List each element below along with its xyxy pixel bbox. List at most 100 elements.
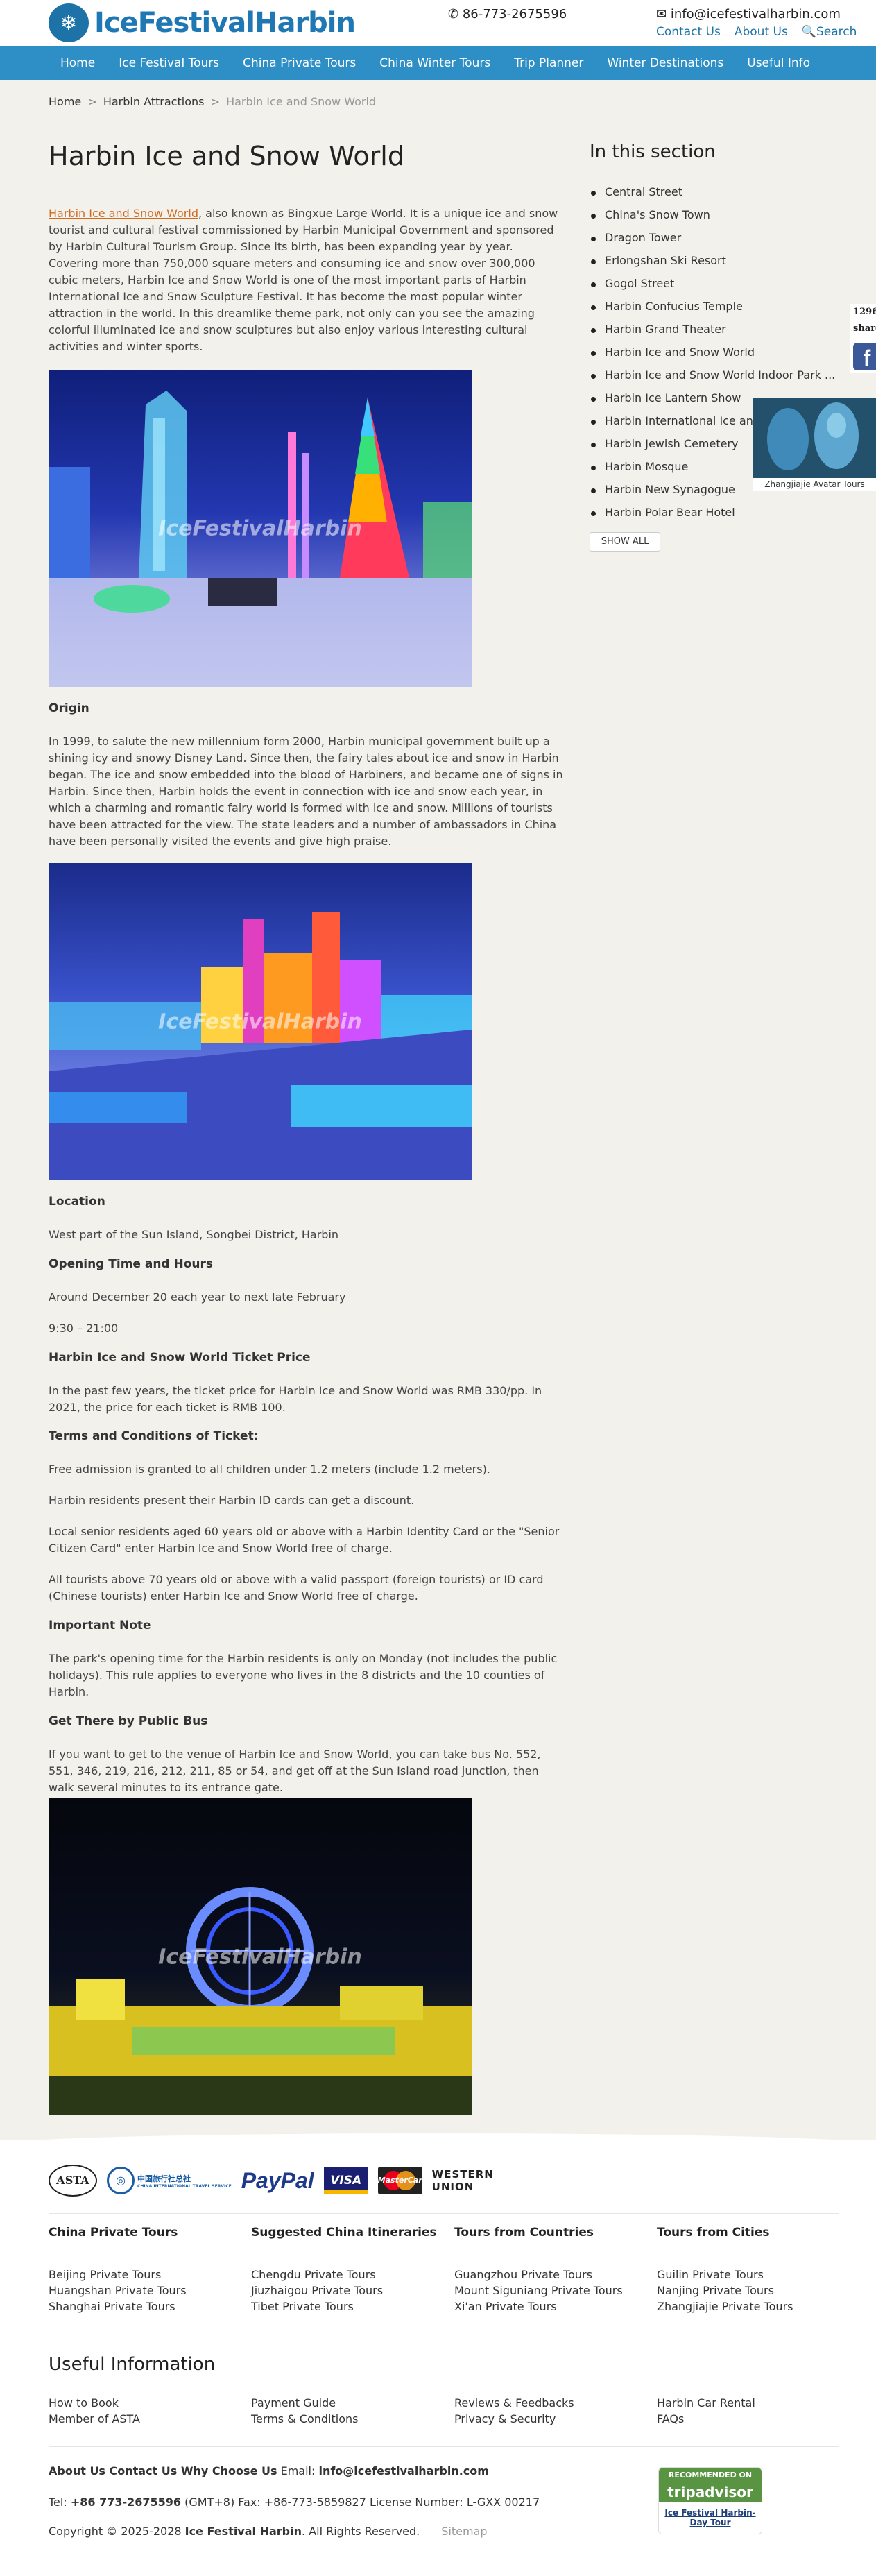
site-logo[interactable]: ❄ IceFestivalHarbin (49, 3, 356, 42)
footer-tel[interactable]: +86 773-2675596 (71, 2496, 181, 2509)
ticket-terms-heading: Terms and Conditions of Ticket: (49, 1429, 259, 1443)
ticket-term: All tourists above 70 years old or above… (49, 1573, 544, 1603)
footer-link[interactable]: Beijing Private Tours (49, 2267, 243, 2283)
footer-link[interactable]: Shanghai Private Tours (49, 2298, 243, 2314)
sidebar-item-harbin-grand-theater[interactable]: Harbin Grand Theater (590, 323, 835, 346)
nav-winter-destinations[interactable]: Winter Destinations (595, 46, 735, 80)
visa-logo: VISA (323, 2167, 368, 2194)
footer-tel-suffix: (GMT+8) Fax: +86-773-5859827 License Num… (184, 2496, 540, 2509)
ticket-term: Free admission is granted to all childre… (49, 1462, 490, 1476)
breadcrumb: Home > Harbin Attractions > Harbin Ice a… (49, 95, 376, 108)
important-note-text: The park's opening time for the Harbin r… (49, 1652, 558, 1698)
contact-us-link[interactable]: Contact Us (656, 25, 721, 39)
ticket-term: Local senior residents aged 60 years old… (49, 1525, 560, 1555)
cits-logo-cn: 中国旅行社总社 (137, 2174, 191, 2183)
mastercard-logo: MasterCard (377, 2167, 428, 2194)
ticket-price-heading: Harbin Ice and Snow World Ticket Price (49, 1351, 311, 1365)
footer-link[interactable]: Jiuzhaigou Private Tours (251, 2283, 445, 2298)
nav-trip-planner[interactable]: Trip Planner (502, 46, 595, 80)
footer-divider (49, 2446, 839, 2447)
important-note-heading: Important Note (49, 1619, 151, 1632)
useful-info-title: Useful Information (49, 2354, 216, 2375)
sidebar-item-dragon-tower[interactable]: Dragon Tower (590, 231, 835, 254)
tripadvisor-badge[interactable]: RECOMMENDED ON tripadvisor Ice Festival … (658, 2467, 762, 2534)
phone-icon: ✆ (448, 7, 459, 22)
sidebar-item-gogol-street[interactable]: Gogol Street (590, 277, 835, 300)
footer-link[interactable]: Tibet Private Tours (251, 2298, 445, 2314)
footer-link[interactable]: FAQs (657, 2411, 755, 2427)
show-all-button[interactable]: SHOW ALL (590, 532, 660, 552)
footer-link[interactable]: Chengdu Private Tours (251, 2267, 445, 2283)
footer-company: Ice Festival Harbin (184, 2525, 302, 2538)
useful-info-col: Harbin Car Rental FAQs (657, 2395, 755, 2427)
sidebar-title: In this section (590, 142, 716, 162)
paypal-logo: PayPal (241, 2167, 314, 2193)
footer-col-title: Tours from Cities (657, 2226, 770, 2240)
breadcrumb-home[interactable]: Home (49, 95, 81, 108)
footer-col-china-private-tours: China Private Tours Beijing Private Tour… (49, 2226, 243, 2314)
avatar-tours-ad[interactable]: Zhangjiajie Avatar Tours (753, 398, 876, 491)
location-text: West part of the Sun Island, Songbei Dis… (49, 1228, 339, 1241)
sidebar-item-harbin-polar-bear-hotel[interactable]: Harbin Polar Bear Hotel (590, 506, 835, 529)
sidebar-item-chinas-snow-town[interactable]: China's Snow Town (590, 208, 835, 231)
nav-home[interactable]: Home (49, 46, 107, 80)
footer-link[interactable]: How to Book (49, 2395, 140, 2411)
footer-link[interactable]: Reviews & Feedbacks (454, 2395, 574, 2411)
nav-useful-info[interactable]: Useful Info (735, 46, 822, 80)
location-heading: Location (49, 1195, 105, 1209)
asta-logo: ASTA (49, 2165, 97, 2197)
tripadvisor-logo: tripadvisor (659, 2483, 762, 2502)
breadcrumb-section[interactable]: Harbin Attractions (103, 95, 205, 108)
intro-text: , also known as Bingxue Large World. It … (49, 207, 558, 353)
footer-link[interactable]: Terms & Conditions (251, 2411, 358, 2427)
page-title: Harbin Ice and Snow World (49, 141, 404, 171)
footer-link[interactable]: Member of ASTA (49, 2411, 140, 2427)
footer-link[interactable]: Harbin Car Rental (657, 2395, 755, 2411)
about-us-link[interactable]: About Us (735, 25, 788, 39)
cits-logo: ◎ 中国旅行社总社 CHINA INTERNATIONAL TRAVEL SER… (107, 2167, 232, 2194)
sidebar-item-indoor-park[interactable]: Harbin Ice and Snow World Indoor Park ..… (590, 368, 835, 391)
footer-link[interactable]: Huangshan Private Tours (49, 2283, 243, 2298)
ad-caption: Zhangjiajie Avatar Tours (753, 478, 876, 491)
search-link[interactable]: 🔍 Search (802, 25, 857, 39)
sidebar-item-harbin-confucius-temple[interactable]: Harbin Confucius Temple (590, 300, 835, 323)
nav-ice-festival-tours[interactable]: Ice Festival Tours (107, 46, 231, 80)
breadcrumb-separator: > (87, 95, 97, 108)
nav-china-winter-tours[interactable]: China Winter Tours (368, 46, 502, 80)
footer-link[interactable]: Privacy & Security (454, 2411, 574, 2427)
logo-text: IceFestivalHarbin (94, 7, 356, 39)
footer-link[interactable]: Guilin Private Tours (657, 2267, 851, 2283)
footer-link[interactable]: Nanjing Private Tours (657, 2283, 851, 2298)
ad-image (753, 398, 876, 478)
footer-link[interactable]: Mount Siguniang Private Tours (454, 2283, 649, 2298)
share-widget: 1296 share f (850, 304, 876, 373)
ice-castle-photo-2: IceFestivalHarbin (49, 863, 472, 1180)
header-phone[interactable]: ✆ 86-773-2675596 (448, 7, 567, 22)
footer-link[interactable]: Zhangjiajie Private Tours (657, 2298, 851, 2314)
details-section: Location West part of the Sun Island, So… (49, 1195, 565, 1796)
footer-divider (49, 2213, 839, 2214)
sitemap-link[interactable]: Sitemap (441, 2525, 487, 2538)
footer-email-label: Email: (280, 2464, 316, 2477)
logo-emblem-icon: ❄ (49, 3, 89, 42)
tripadvisor-caption: Ice Festival Harbin-Day Tour (664, 2508, 756, 2527)
sidebar-item-harbin-ice-and-snow-world[interactable]: Harbin Ice and Snow World (590, 346, 835, 368)
sidebar-item-central-street[interactable]: Central Street (590, 185, 835, 208)
public-bus-text: If you want to get to the venue of Harbi… (49, 1748, 541, 1794)
footer-link[interactable]: Xi'an Private Tours (454, 2298, 649, 2314)
nav-china-private-tours[interactable]: China Private Tours (231, 46, 368, 80)
header-email[interactable]: ✉ info@icefestivalharbin.com (656, 7, 841, 22)
intro-link[interactable]: Harbin Ice and Snow World (49, 207, 198, 220)
photo-watermark: IceFestivalHarbin (158, 516, 362, 540)
facebook-share-icon[interactable]: f (853, 343, 876, 370)
footer-col-title: Tours from Countries (454, 2226, 594, 2240)
sidebar-item-erlongshan-ski-resort[interactable]: Erlongshan Ski Resort (590, 254, 835, 277)
site-header: ❄ IceFestivalHarbin ✆ 86-773-2675596 ✉ i… (0, 0, 876, 46)
footer-about-line: About Us Contact Us Why Choose Us Email:… (49, 2464, 489, 2477)
footer-link[interactable]: Payment Guide (251, 2395, 358, 2411)
footer-col-suggested-itineraries: Suggested China Itineraries Chengdu Priv… (251, 2226, 445, 2314)
ticket-price-text: In the past few years, the ticket price … (49, 1384, 542, 1414)
footer-link[interactable]: Guangzhou Private Tours (454, 2267, 649, 2283)
footer-about-links[interactable]: About Us Contact Us Why Choose Us (49, 2464, 277, 2477)
footer-email[interactable]: info@icefestivalharbin.com (318, 2464, 488, 2477)
